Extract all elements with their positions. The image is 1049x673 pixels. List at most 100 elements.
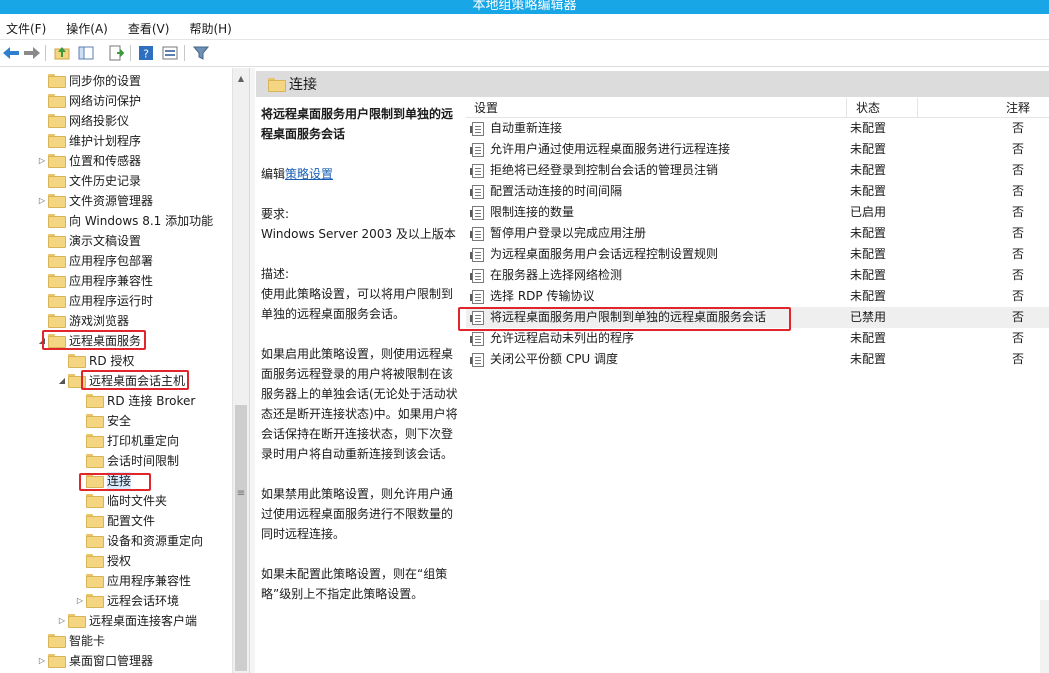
folder-icon	[68, 374, 86, 388]
folder-icon	[48, 134, 66, 148]
policy-row[interactable]: 关闭公平份额 CPU 调度 未配置 否	[466, 349, 1049, 370]
tree-item[interactable]: ▷ 位置和传感器	[36, 150, 141, 170]
tree-item[interactable]: 临时文件夹	[74, 490, 167, 510]
tree-item[interactable]: RD 授权	[56, 350, 134, 370]
expand-arrow-icon[interactable]: ▷	[56, 610, 68, 630]
menu-view[interactable]: 查看(V)	[128, 14, 170, 37]
policy-row[interactable]: 选择 RDP 传输协议 未配置 否	[466, 286, 1049, 307]
column-comment[interactable]: 注释	[1006, 98, 1030, 118]
properties-icon[interactable]	[160, 43, 180, 63]
tree-item[interactable]: ▷ 远程桌面连接客户端	[56, 610, 197, 630]
setting-name: 选择 RDP 传输协议	[490, 289, 595, 303]
title-bar: 本地组策略编辑器	[0, 0, 1049, 14]
tree-item[interactable]: ▷ 桌面窗口管理器	[36, 650, 153, 670]
tree-item[interactable]: 打印机重定向	[74, 430, 179, 450]
tree-item[interactable]: 维护计划程序	[36, 130, 141, 150]
tree-item[interactable]: ▷ 远程会话环境	[74, 590, 179, 610]
tree-item[interactable]: 连接	[74, 470, 132, 490]
tree-item[interactable]: 应用程序兼容性	[74, 570, 191, 590]
comment-cell: 否	[1012, 184, 1025, 198]
policy-setting-icon	[470, 268, 484, 283]
show-hide-tree-icon[interactable]	[76, 43, 96, 63]
policy-settings-link[interactable]: 策略设置	[285, 167, 333, 181]
export-list-icon[interactable]	[106, 43, 126, 63]
forward-arrow-icon[interactable]	[22, 43, 42, 63]
tree-item[interactable]: 网络访问保护	[36, 90, 141, 110]
policy-row[interactable]: 拒绝将已经登录到控制台会话的管理员注销 未配置 否	[466, 160, 1049, 181]
tree-item[interactable]: 向 Windows 8.1 添加功能	[36, 210, 213, 230]
tree-item-label: 会话时间限制	[107, 453, 180, 468]
state-cell: 已启用	[850, 205, 887, 219]
policy-row[interactable]: 为远程桌面服务用户会话远程控制设置规则 未配置 否	[466, 244, 1049, 265]
policy-row[interactable]: 暂停用户登录以完成应用注册 未配置 否	[466, 223, 1049, 244]
tree-item[interactable]: 游戏浏览器	[36, 310, 129, 330]
scroll-up-arrow-icon[interactable]: ▲	[233, 70, 249, 87]
tree-item[interactable]: 网络投影仪	[36, 110, 129, 130]
tree-item[interactable]: RD 连接 Broker	[74, 390, 195, 410]
tree-item-label: 文件资源管理器	[69, 193, 154, 208]
folder-icon	[268, 78, 286, 92]
setting-cell: 为远程桌面服务用户会话远程控制设置规则	[470, 244, 718, 265]
help-icon[interactable]: ?	[136, 43, 156, 63]
tree-item[interactable]: 配置文件	[74, 510, 155, 530]
comment-cell: 否	[1012, 142, 1025, 156]
tree-item[interactable]: ◢ 远程桌面服务	[36, 330, 141, 350]
comment-cell: 否	[1012, 268, 1025, 282]
tree-item[interactable]: 授权	[74, 550, 131, 570]
tree-item-label: 网络投影仪	[69, 113, 130, 128]
expand-arrow-icon[interactable]: ▷	[36, 650, 48, 670]
policy-row[interactable]: 允许用户通过使用远程桌面服务进行远程连接 未配置 否	[466, 139, 1049, 160]
tree-item-label: 远程桌面服务	[69, 333, 142, 348]
tree-item-label: 演示文稿设置	[69, 233, 142, 248]
tree-item[interactable]: 智能卡	[36, 630, 105, 650]
tree-item-label: 连接	[107, 471, 132, 489]
up-folder-icon[interactable]	[52, 43, 72, 63]
policy-row[interactable]: 自动重新连接 未配置 否	[466, 118, 1049, 139]
tree-item[interactable]: 文件历史记录	[36, 170, 141, 190]
back-arrow-icon[interactable]	[1, 43, 21, 63]
collapse-arrow-icon[interactable]: ◢	[56, 370, 68, 390]
tree-item-label: 临时文件夹	[107, 493, 168, 508]
column-state[interactable]: 状态	[856, 98, 880, 118]
requirements-value: Windows Server 2003 及以上版本	[261, 227, 456, 241]
state-cell: 已禁用	[850, 310, 887, 324]
policy-row[interactable]: 配置活动连接的时间间隔 未配置 否	[466, 181, 1049, 202]
tree-item[interactable]: 应用程序兼容性	[36, 270, 153, 290]
folder-icon	[86, 514, 104, 528]
pane-splitter[interactable]	[249, 68, 255, 673]
tree-item[interactable]: 会话时间限制	[74, 450, 179, 470]
tree-item[interactable]: 应用程序运行时	[36, 290, 153, 310]
tree-item-label: RD 授权	[89, 353, 135, 368]
menu-help[interactable]: 帮助(H)	[189, 14, 231, 37]
policy-row[interactable]: 将远程桌面服务用户限制到单独的远程桌面服务会话 已禁用 否	[466, 307, 1049, 328]
folder-icon	[48, 314, 66, 328]
scroll-thumb[interactable]	[235, 405, 247, 671]
expand-arrow-icon[interactable]: ▷	[74, 590, 86, 610]
tree-item[interactable]: 应用程序包部署	[36, 250, 153, 270]
expand-arrow-icon[interactable]: ▷	[36, 150, 48, 170]
tree-scrollbar[interactable]: ▲ ≡	[232, 68, 249, 673]
collapse-arrow-icon[interactable]: ◢	[36, 330, 48, 350]
tree-item[interactable]: 安全	[74, 410, 131, 430]
setting-name: 拒绝将已经登录到控制台会话的管理员注销	[490, 163, 719, 177]
policy-row[interactable]: 限制连接的数量 已启用 否	[466, 202, 1049, 223]
policy-setting-icon	[470, 121, 484, 136]
menu-action[interactable]: 操作(A)	[66, 14, 108, 37]
tree-item[interactable]: 演示文稿设置	[36, 230, 141, 250]
menu-file[interactable]: 文件(F)	[6, 14, 46, 37]
expand-arrow-icon[interactable]: ▷	[36, 190, 48, 210]
tree-item[interactable]: ▷ 文件资源管理器	[36, 190, 153, 210]
folder-icon	[48, 334, 66, 348]
tree-item-label: 远程桌面会话主机	[89, 373, 186, 388]
filter-icon[interactable]	[191, 43, 211, 63]
policy-row[interactable]: 允许远程启动未列出的程序 未配置 否	[466, 328, 1049, 349]
tree-item-label: 安全	[107, 413, 132, 428]
tree-item[interactable]: ◢ 远程桌面会话主机	[56, 370, 185, 390]
column-setting[interactable]: 设置	[474, 98, 498, 118]
tree-item[interactable]: 设备和资源重定向	[74, 530, 203, 550]
tree-item[interactable]: 同步你的设置	[36, 70, 141, 90]
policy-setting-icon	[470, 226, 484, 241]
policy-row[interactable]: 在服务器上选择网络检测 未配置 否	[466, 265, 1049, 286]
